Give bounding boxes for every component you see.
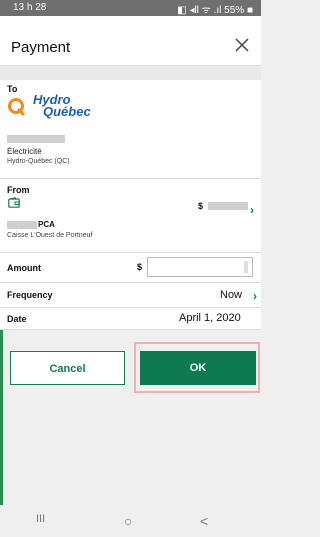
- header: Payment: [0, 16, 261, 66]
- date-value: April 1, 2020: [179, 312, 241, 324]
- frequency-label: Frequency: [7, 290, 53, 300]
- spacer-band: [0, 66, 261, 80]
- frequency-value: Now: [220, 289, 243, 301]
- close-icon[interactable]: [234, 37, 250, 53]
- hydro-quebec-logo: Hydro Québec: [33, 93, 91, 119]
- account-suffix: PCA: [38, 220, 55, 229]
- logo-line-2: Québec: [43, 104, 91, 119]
- amount-label: Amount: [7, 263, 41, 273]
- redacted-balance: [208, 202, 248, 210]
- status-icons: ◧ ◂ll ᯤ .ıl 55% ■: [177, 5, 253, 16]
- amount-input[interactable]: [147, 257, 253, 277]
- amount-currency: $: [137, 262, 143, 272]
- redacted-account-prefix: [7, 221, 37, 229]
- back-button[interactable]: <: [200, 513, 208, 529]
- recents-button[interactable]: III: [36, 513, 45, 525]
- android-nav-bar: III ○ <: [0, 505, 261, 537]
- input-cursor: [244, 261, 248, 273]
- payee-name: Hydro-Québec (QC): [7, 158, 70, 165]
- from-label: From: [7, 185, 30, 195]
- payee-type: Électricité: [7, 147, 42, 156]
- date-label: Date: [7, 314, 27, 324]
- wallet-icon: [8, 197, 20, 208]
- ok-button[interactable]: OK: [140, 351, 256, 385]
- from-account-row[interactable]: [0, 179, 261, 253]
- redacted-account-number: [7, 135, 65, 143]
- to-label: To: [7, 84, 18, 94]
- hydro-quebec-logo-icon: [8, 98, 26, 117]
- account-institution: Caisse L'Ouest de Portneuf: [7, 232, 93, 239]
- cancel-button[interactable]: Cancel: [10, 351, 125, 385]
- page-title: Payment: [11, 39, 71, 56]
- home-button[interactable]: ○: [124, 513, 132, 529]
- from-chevron-icon[interactable]: ›: [250, 203, 254, 217]
- status-bar: 13 h 28 ◧ ◂ll ᯤ .ıl 55% ■: [0, 0, 261, 16]
- frequency-chevron-icon[interactable]: ›: [253, 289, 257, 303]
- status-time: 13 h 28: [13, 2, 47, 13]
- balance-currency: $: [198, 201, 204, 211]
